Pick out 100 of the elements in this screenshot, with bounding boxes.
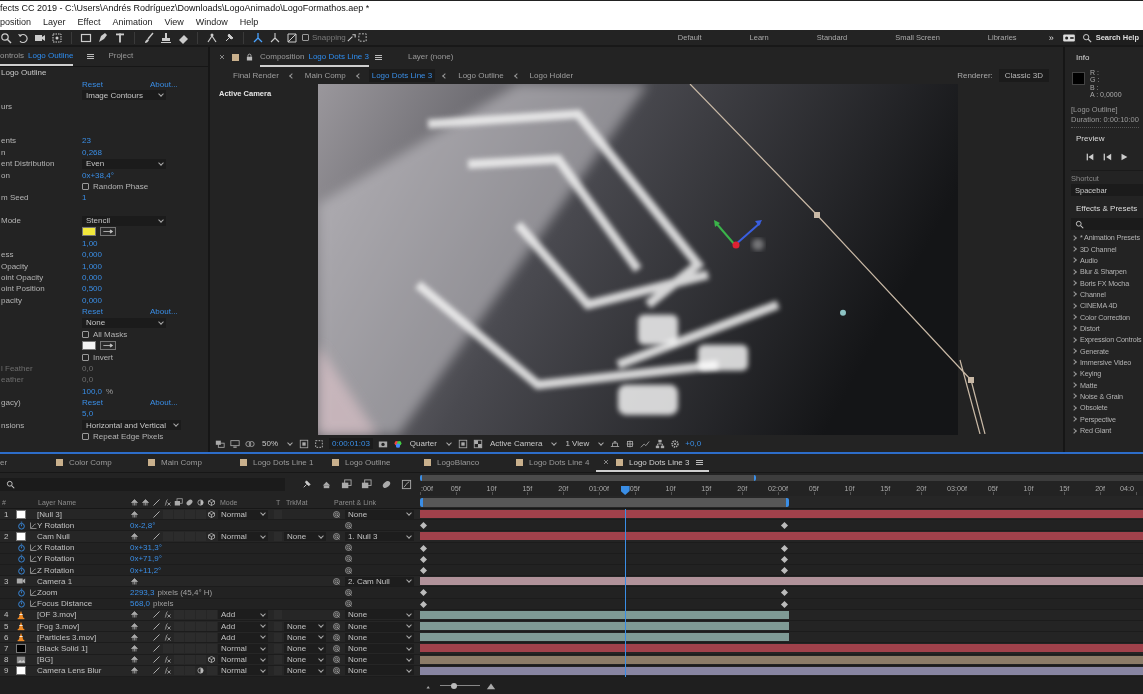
eyedropper-button[interactable] — [100, 341, 116, 351]
layer-name[interactable]: [BG] — [36, 655, 130, 665]
snapping-checkbox[interactable]: Snapping — [302, 33, 346, 42]
rotate-tool-icon[interactable] — [17, 31, 29, 44]
view-layout-dropdown[interactable]: 1 View — [563, 439, 606, 448]
exposure-icon[interactable] — [670, 438, 681, 449]
menu-item[interactable]: Help — [239, 17, 259, 27]
reset-view-icon[interactable] — [625, 438, 636, 449]
graph-icon[interactable] — [29, 565, 38, 575]
quality-switch-icon[interactable] — [152, 621, 161, 631]
pan-behind-tool-icon[interactable] — [51, 31, 63, 44]
eyedropper-button[interactable] — [100, 227, 116, 237]
camera-view-dropdown[interactable]: Active Camera — [487, 439, 559, 448]
panel-tab[interactable]: Project — [108, 47, 134, 66]
pickwhip-icon[interactable] — [332, 666, 341, 676]
property-value[interactable]: 1 — [82, 193, 87, 203]
property-value[interactable]: 0,000 — [82, 295, 103, 305]
mask-icon[interactable] — [245, 438, 255, 449]
shy-switch-icon[interactable] — [130, 666, 139, 676]
property-value[interactable]: 0,500 — [82, 284, 103, 294]
mode-dropdown[interactable]: Add — [218, 610, 268, 620]
pickwhip-icon[interactable] — [344, 599, 353, 609]
always-preview-icon[interactable] — [215, 438, 225, 449]
pickwhip-icon[interactable] — [332, 509, 341, 519]
effects-switch-icon[interactable] — [163, 610, 172, 620]
quality-switch-icon[interactable] — [152, 509, 161, 519]
effects-switch-icon[interactable] — [163, 666, 172, 676]
cube-icon[interactable] — [207, 509, 216, 519]
world-axis-icon[interactable] — [269, 31, 281, 44]
switch-header-icon[interactable] — [141, 497, 150, 507]
switch-header-icon[interactable] — [163, 497, 172, 507]
panel-tab[interactable]: ontrols Logo Outline — [0, 47, 74, 66]
panel-tab[interactable]: Layer (none) — [407, 47, 454, 67]
property-value[interactable]: 100,0 — [82, 386, 103, 396]
type-tool-icon[interactable] — [114, 31, 126, 44]
dropdown[interactable]: Stencil — [82, 215, 166, 226]
view-axis-icon[interactable] — [286, 31, 298, 44]
layer-stack-icon[interactable] — [361, 479, 372, 490]
layer-name[interactable]: Cam Null — [36, 532, 130, 541]
property-value[interactable]: 0x+71,9° — [130, 554, 162, 564]
panel-menu-icon[interactable] — [374, 54, 382, 60]
link[interactable]: Reset — [82, 307, 146, 317]
motion-blur-icon[interactable] — [381, 479, 392, 490]
layer-name[interactable]: Camera 1 — [36, 576, 130, 586]
property-value[interactable]: 0,000 — [82, 272, 103, 282]
zoom-slider-thumb[interactable] — [451, 682, 457, 689]
pickwhip-icon[interactable] — [332, 655, 341, 665]
property-value[interactable]: 1,00 — [82, 238, 98, 248]
track-matte-dropdown[interactable]: None — [284, 644, 326, 654]
layer-bar[interactable] — [420, 655, 1143, 664]
dropdown[interactable]: Even — [82, 158, 166, 169]
checkbox[interactable]: All Masks — [82, 329, 128, 339]
quality-switch-icon[interactable] — [152, 666, 161, 676]
shy-switch-icon[interactable] — [130, 576, 139, 586]
renderer-button[interactable]: Classic 3D — [998, 69, 1049, 82]
mode-dropdown[interactable]: Normal — [218, 509, 268, 519]
parent-dropdown[interactable]: None — [345, 610, 414, 620]
stopwatch-icon[interactable] — [17, 543, 26, 553]
quality-switch-icon[interactable] — [152, 655, 161, 665]
shy-layers-icon[interactable] — [321, 479, 332, 490]
more-workspaces-button[interactable]: » — [1040, 32, 1062, 43]
pickwhip-icon[interactable] — [344, 543, 353, 553]
local-axis-icon[interactable] — [252, 31, 264, 44]
switch-header-icon[interactable] — [196, 497, 205, 507]
region-of-interest-icon[interactable] — [457, 438, 468, 449]
link[interactable]: Reset — [82, 398, 146, 408]
property-value[interactable]: 0x-2,8° — [130, 520, 156, 530]
pickwhip-icon[interactable] — [332, 532, 341, 541]
link[interactable]: About... — [150, 398, 208, 408]
half-circle-icon[interactable] — [196, 666, 205, 676]
breadcrumb[interactable]: Main Comp — [301, 69, 349, 82]
frame-blending-icon[interactable] — [341, 479, 352, 490]
panel-tab[interactable]: Composition Logo Dots Line 3 — [260, 47, 369, 67]
safe-area-icon[interactable] — [314, 438, 324, 449]
graph-icon[interactable] — [29, 520, 38, 530]
property-value[interactable]: 568,0 — [130, 599, 151, 609]
rectangle-tool-icon[interactable] — [80, 31, 92, 44]
menu-item[interactable]: Window — [195, 17, 228, 27]
color-swatch[interactable] — [82, 227, 96, 237]
brush-tool-icon[interactable] — [143, 31, 155, 44]
lock-icon[interactable] — [245, 52, 254, 62]
switch-header-icon[interactable] — [207, 497, 216, 507]
timeline-tab[interactable]: Color Comp — [44, 454, 136, 472]
color-channels-icon[interactable] — [392, 438, 403, 449]
dropdown[interactable]: Image Contours — [82, 90, 166, 101]
close-icon[interactable] — [602, 458, 610, 466]
link[interactable]: About... — [150, 307, 208, 317]
graph-editor-icon[interactable] — [401, 479, 412, 490]
shy-switch-icon[interactable] — [130, 644, 139, 654]
color-swatch[interactable] — [82, 341, 96, 351]
timeline-tab[interactable]: Main Comp — [136, 454, 228, 472]
axis-gizmo-drawing[interactable] — [714, 220, 762, 249]
layer-name[interactable]: [Fog 3.mov] — [36, 621, 130, 631]
stopwatch-icon[interactable] — [17, 565, 26, 575]
layer-bar[interactable] — [420, 644, 1143, 653]
keyframe-icon[interactable] — [420, 522, 428, 530]
switch-header-icon[interactable] — [185, 497, 194, 507]
keyframe-icon[interactable] — [780, 522, 788, 530]
zoom-dropdown[interactable]: 50% — [260, 439, 294, 448]
layer-bar[interactable] — [420, 610, 789, 619]
